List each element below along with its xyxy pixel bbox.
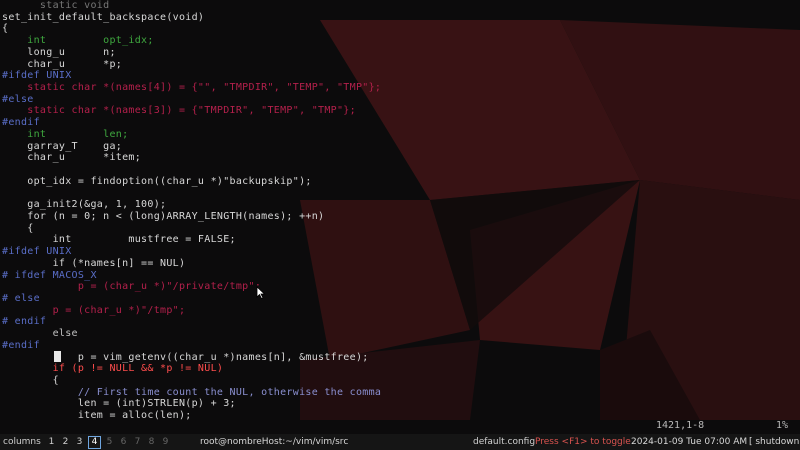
code-line: if (*names[n] == NUL): [2, 257, 186, 269]
shutdown-button[interactable]: [ shutdown ]: [749, 434, 800, 450]
workspace-5[interactable]: 5: [104, 434, 115, 450]
workspace-switcher: 123456789: [46, 434, 174, 450]
code-line: #endif: [2, 339, 40, 351]
terminal-window[interactable]: static void set_init_default_backspace(vo…: [0, 0, 800, 432]
vim-statusline: 1421,1-8 1%: [0, 420, 800, 432]
code-line: long_u n;: [2, 46, 116, 58]
workspace-7[interactable]: 7: [132, 434, 143, 450]
code-line: # endif: [2, 316, 47, 328]
code-line: opt_idx = findoption((char_u *)"backupsk…: [2, 175, 312, 187]
code-line: int mustfree = FALSE;: [2, 234, 236, 246]
code-line: garray_T ga;: [2, 140, 123, 152]
code-line: len = (int)STRLEN(p) + 3;: [2, 398, 236, 410]
code-line: int len;: [2, 128, 129, 140]
code-line: {: [2, 375, 59, 387]
code-line: #else: [2, 93, 34, 105]
code-line: {: [2, 222, 34, 234]
workspace-6[interactable]: 6: [118, 434, 129, 450]
code-line: if (p != NULL && *p != NUL): [2, 363, 224, 375]
code-line: p = (char_u *)"/tmp";: [2, 304, 186, 316]
workspace-8[interactable]: 8: [146, 434, 157, 450]
vim-scroll-position: 1%: [776, 420, 789, 431]
code-line: int opt_idx;: [2, 35, 154, 47]
code-line: {: [2, 23, 9, 35]
code-line: static char *(names[4]) = {"", "TMPDIR",…: [2, 82, 382, 94]
clock: 2024-01-09 Tue 07:00 AM: [631, 437, 748, 447]
code-line: // First time count the NUL, otherwise t…: [2, 386, 382, 398]
code-line: # else: [2, 293, 40, 304]
layout-label[interactable]: columns: [3, 434, 41, 450]
code-line: p = (char_u *)"/private/tmp";: [2, 281, 262, 293]
workspace-2[interactable]: 2: [60, 434, 71, 450]
workspace-9[interactable]: 9: [160, 434, 171, 450]
code-line: # ifdef MACOS_X: [2, 269, 97, 281]
code-line: #ifdef UNIX: [2, 246, 72, 258]
code-line: set_init_default_backspace(void): [2, 11, 205, 23]
code-line: static char *(names[3]) = {"TMPDIR", "TE…: [2, 105, 356, 117]
code-line: static void: [2, 0, 110, 11]
config-label[interactable]: default.config: [473, 434, 535, 450]
code-line: else: [2, 328, 78, 340]
code-line: char_u *item;: [2, 152, 142, 164]
workspace-1[interactable]: 1: [46, 434, 57, 450]
code-line: ga_init2(&ga, 1, 100);: [2, 199, 167, 211]
code-line: for (n = 0; n < (long)ARRAY_LENGTH(names…: [2, 210, 325, 222]
taskbar: columns 123456789 root@nombreHost:~/vim/…: [0, 434, 800, 450]
vim-ruler: 1421,1-8: [656, 420, 705, 431]
window-title[interactable]: root@nombreHost:~/vim/vim/src: [200, 434, 348, 450]
code-line: #ifdef UNIX: [2, 70, 72, 82]
workspace-3[interactable]: 3: [74, 434, 85, 450]
workspace-4[interactable]: 4: [88, 436, 101, 449]
arrow-cursor-icon: [256, 286, 266, 300]
config-hint: Press <F1> to toggle: [535, 437, 631, 447]
code-line: #endif: [2, 117, 40, 129]
code-line: char_u *p;: [2, 58, 123, 70]
text-cursor: [54, 351, 61, 362]
